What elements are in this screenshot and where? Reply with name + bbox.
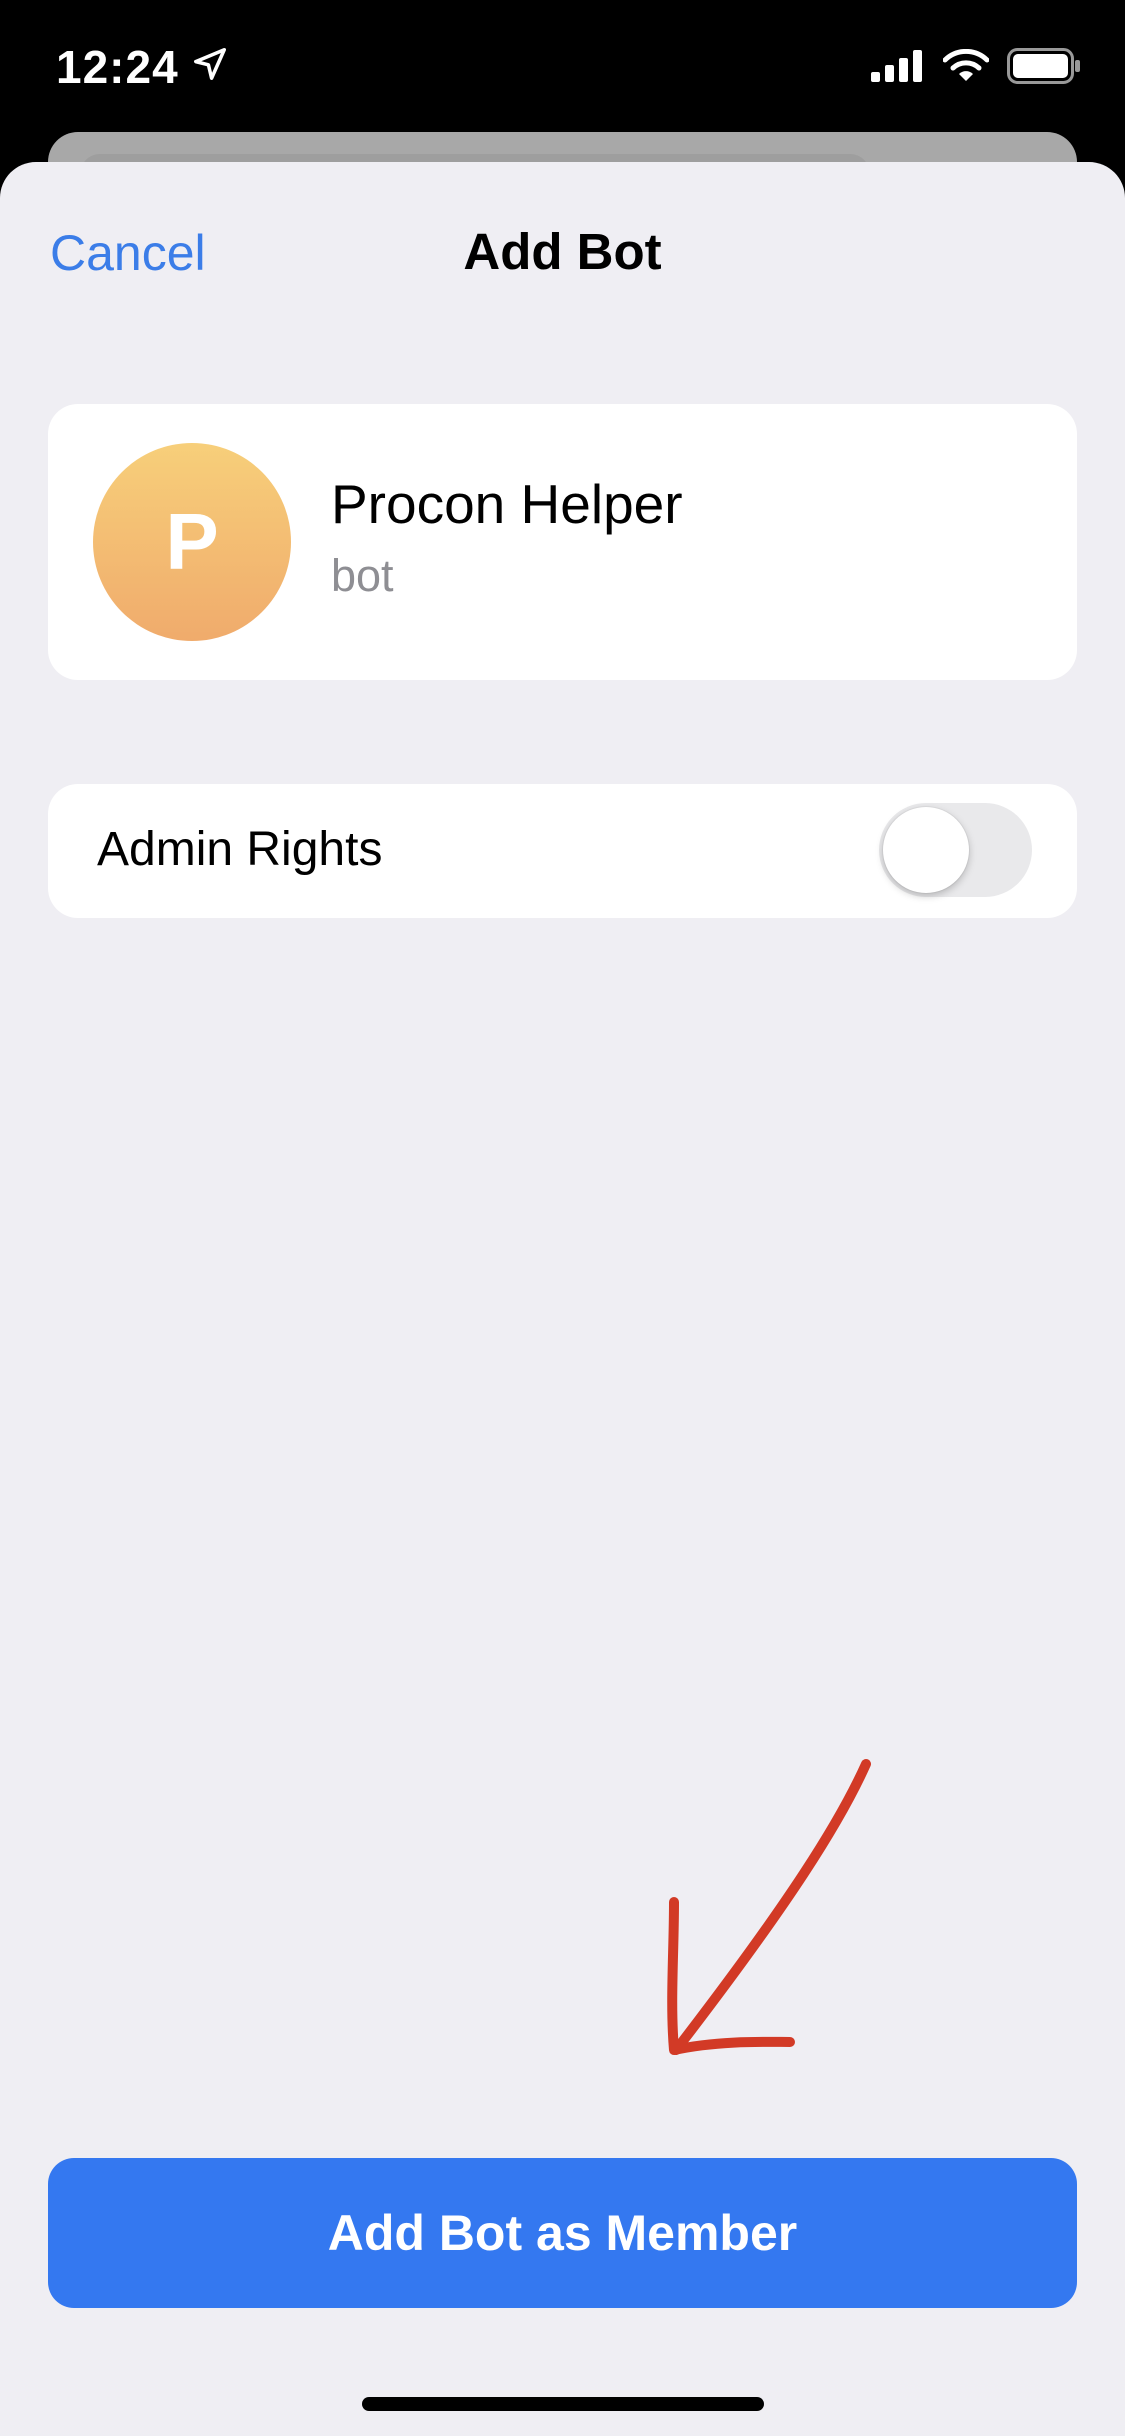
cancel-button[interactable]: Cancel (50, 224, 206, 282)
status-time-group: 12:24 (56, 40, 229, 94)
bot-name: Procon Helper (331, 473, 683, 535)
bot-info-card: P Procon Helper bot (48, 404, 1077, 680)
location-arrow-icon (191, 40, 229, 94)
admin-rights-row: Admin Rights (48, 784, 1077, 918)
status-icons (871, 48, 1081, 89)
wifi-icon (942, 48, 990, 88)
bot-subtitle: bot (331, 550, 394, 601)
add-bot-as-member-button[interactable]: Add Bot as Member (48, 2158, 1077, 2308)
admin-rights-toggle[interactable] (879, 803, 1032, 897)
avatar: P (93, 443, 291, 641)
battery-icon (1007, 48, 1081, 89)
status-bar: 12:24 (0, 0, 1125, 135)
add-bot-sheet: Add Bot Cancel P Procon Helper bot Admin… (0, 162, 1125, 2436)
cellular-signal-icon (871, 50, 925, 87)
status-time: 12:24 (56, 41, 179, 93)
toggle-knob (883, 807, 969, 893)
annotation-arrow-icon (667, 1759, 871, 2055)
home-indicator (362, 2397, 764, 2411)
admin-rights-label: Admin Rights (97, 823, 383, 876)
